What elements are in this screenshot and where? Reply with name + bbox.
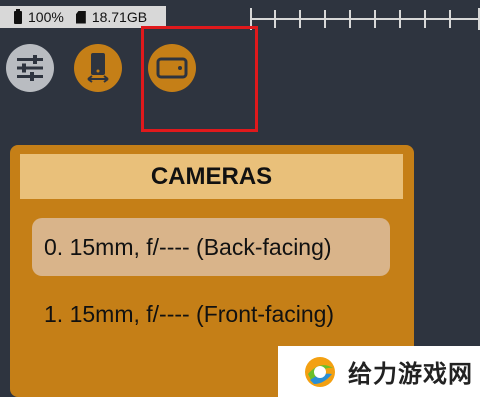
- highlight-box: [141, 26, 258, 132]
- watermark-text: 给力游戏网: [348, 361, 473, 388]
- camera-option-label: 0. 15mm, f/---- (Back-facing): [44, 233, 332, 260]
- camera-option-back[interactable]: 0. 15mm, f/---- (Back-facing): [32, 218, 390, 276]
- battery-level: 100%: [28, 9, 64, 25]
- camera-option-front[interactable]: 1. 15mm, f/---- (Front-facing): [32, 285, 390, 343]
- histogram-ruler: [250, 8, 480, 30]
- camera-option-label: 1. 15mm, f/---- (Front-facing): [44, 300, 335, 327]
- watermark: 给力游戏网: [278, 346, 480, 397]
- phone-rotate-icon: [87, 53, 109, 83]
- sliders-icon: [17, 55, 43, 81]
- dialog-title: CAMERAS: [20, 154, 403, 199]
- battery-icon: [14, 8, 22, 24]
- sd-card-icon: [75, 10, 86, 24]
- watermark-logo: [305, 356, 335, 387]
- status-bar: 100% 18.71GB: [0, 6, 166, 28]
- storage-free: 18.71GB: [91, 9, 148, 25]
- orientation-button[interactable]: [74, 44, 122, 92]
- settings-button[interactable]: [6, 44, 54, 92]
